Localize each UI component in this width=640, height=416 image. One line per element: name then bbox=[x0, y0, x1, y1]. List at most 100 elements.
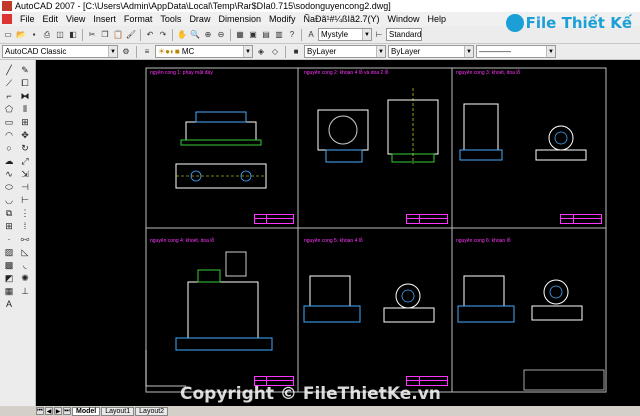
sheet-title-3: nguyên cong 3: khoét, doa lỗ bbox=[456, 70, 521, 76]
first-tab-icon[interactable]: ⏮ bbox=[36, 407, 44, 415]
menu-custom[interactable]: ÑaÐã¹#¼ßIã2.7(Y) bbox=[300, 14, 384, 24]
menu-file[interactable]: File bbox=[16, 14, 39, 24]
sheet-title-4: nguyên cong 4: khoét, doa lỗ bbox=[150, 238, 215, 244]
text-style-select[interactable]: Mystyle ▼ bbox=[318, 28, 372, 41]
rotate-icon[interactable]: ↻ bbox=[18, 142, 32, 154]
circle-icon[interactable]: ○ bbox=[2, 142, 16, 154]
tab-model[interactable]: Model bbox=[72, 406, 101, 416]
cut-icon[interactable]: ✂ bbox=[86, 29, 98, 41]
dim-style-select[interactable]: Standard bbox=[386, 28, 422, 41]
menu-modify[interactable]: Modify bbox=[265, 14, 300, 24]
construction-line-icon[interactable]: ⟋ bbox=[2, 77, 16, 89]
model-space-canvas[interactable]: ngyên cong 1: phay mặt đáy nguyên cong 2… bbox=[36, 60, 640, 406]
menu-window[interactable]: Window bbox=[384, 14, 424, 24]
calculator-icon[interactable]: ▥ bbox=[273, 29, 285, 41]
make-current-layer-icon[interactable]: ◈ bbox=[255, 46, 267, 58]
zoom-realtime-icon[interactable]: 🔍 bbox=[189, 29, 201, 41]
text-style-icon[interactable]: A bbox=[305, 29, 317, 41]
break-icon[interactable]: ⁞ bbox=[18, 220, 32, 232]
offset-icon[interactable]: ⫴ bbox=[18, 103, 32, 115]
publish-icon[interactable]: ◧ bbox=[67, 29, 79, 41]
arc-icon[interactable]: ◠ bbox=[2, 129, 16, 141]
document-icon[interactable] bbox=[2, 14, 12, 24]
toolbar-separator bbox=[172, 28, 173, 41]
polyline-icon[interactable]: ⌐ bbox=[2, 90, 16, 102]
chevron-down-icon: ▼ bbox=[108, 46, 117, 57]
multiline-text-icon[interactable]: A bbox=[2, 298, 16, 310]
layer-previous-icon[interactable]: ◇ bbox=[269, 46, 281, 58]
zoom-previous-icon[interactable]: ⊖ bbox=[215, 29, 227, 41]
move-icon[interactable]: ✥ bbox=[18, 129, 32, 141]
point-icon[interactable]: · bbox=[2, 233, 16, 245]
spline-icon[interactable]: ∿ bbox=[2, 168, 16, 180]
line-icon[interactable]: ╱ bbox=[2, 64, 16, 76]
next-tab-icon[interactable]: ▶ bbox=[54, 407, 62, 415]
properties-icon[interactable]: ▦ bbox=[234, 29, 246, 41]
tab-layout2[interactable]: Layout2 bbox=[135, 406, 169, 416]
redo-icon[interactable]: ↷ bbox=[157, 29, 169, 41]
dim-style-icon[interactable]: ⊢ bbox=[373, 29, 385, 41]
tool-palettes-icon[interactable]: ▤ bbox=[260, 29, 272, 41]
explode-icon[interactable]: ✺ bbox=[18, 272, 32, 284]
workspace-settings-icon[interactable]: ⚙ bbox=[120, 46, 132, 58]
stretch-icon[interactable]: ⇲ bbox=[18, 168, 32, 180]
menu-edit[interactable]: Edit bbox=[39, 14, 63, 24]
lineweight-select[interactable]: ———— ▼ bbox=[476, 45, 556, 58]
preview-icon[interactable]: ◫ bbox=[54, 29, 66, 41]
undo-icon[interactable]: ↶ bbox=[144, 29, 156, 41]
hatch-icon[interactable]: ▨ bbox=[2, 246, 16, 258]
dimension-icon[interactable]: ⊥ bbox=[18, 285, 32, 297]
ellipse-arc-icon[interactable]: ◡ bbox=[2, 194, 16, 206]
last-tab-icon[interactable]: ⏭ bbox=[63, 407, 71, 415]
menu-draw[interactable]: Draw bbox=[185, 14, 214, 24]
menu-help[interactable]: Help bbox=[424, 14, 451, 24]
revision-cloud-icon[interactable]: ☁ bbox=[2, 155, 16, 167]
layer-select[interactable]: ☀●◐■ MC ▼ bbox=[155, 45, 253, 58]
tab-layout1[interactable]: Layout1 bbox=[101, 406, 135, 416]
scale-icon[interactable]: ⤢ bbox=[18, 155, 32, 167]
menu-insert[interactable]: Insert bbox=[89, 14, 120, 24]
ellipse-icon[interactable]: ⬭ bbox=[2, 181, 16, 193]
zoom-window-icon[interactable]: ⊕ bbox=[202, 29, 214, 41]
save-icon[interactable]: ▪ bbox=[28, 29, 40, 41]
pan-icon[interactable]: ✋ bbox=[176, 29, 188, 41]
modify-toolbar: ✎ ⧠ ⧓ ⫴ ⊞ ✥ ↻ ⤢ ⇲ ⊣ ⊢ ⋮ ⁞ ⧟ ◺ ◟ ✺ ⊥ bbox=[18, 64, 34, 297]
help-icon[interactable]: ? bbox=[286, 29, 298, 41]
gradient-icon[interactable]: ▩ bbox=[2, 259, 16, 271]
region-icon[interactable]: ◩ bbox=[2, 272, 16, 284]
previous-tab-icon[interactable]: ◀ bbox=[45, 407, 53, 415]
layer-manager-icon[interactable]: ≡ bbox=[141, 46, 153, 58]
join-icon[interactable]: ⧟ bbox=[18, 233, 32, 245]
extend-icon[interactable]: ⊢ bbox=[18, 194, 32, 206]
workspace-select[interactable]: AutoCAD Classic ▼ bbox=[2, 45, 118, 58]
erase-icon[interactable]: ✎ bbox=[18, 64, 32, 76]
color-select[interactable]: ByLayer ▼ bbox=[304, 45, 386, 58]
fillet-icon[interactable]: ◟ bbox=[18, 259, 32, 271]
table-icon[interactable]: ▦ bbox=[2, 285, 16, 297]
insert-block-icon[interactable]: ⧉ bbox=[2, 207, 16, 219]
linetype-select[interactable]: ByLayer ▼ bbox=[388, 45, 474, 58]
menu-format[interactable]: Format bbox=[120, 14, 157, 24]
copy-object-icon[interactable]: ⧠ bbox=[18, 77, 32, 89]
match-properties-icon[interactable]: 🖌 bbox=[125, 29, 137, 41]
part-drawing-2 bbox=[317, 88, 439, 164]
print-icon[interactable]: ⎙ bbox=[41, 29, 53, 41]
paste-icon[interactable]: 📋 bbox=[112, 29, 124, 41]
open-icon[interactable]: 📂 bbox=[15, 29, 27, 41]
mirror-icon[interactable]: ⧓ bbox=[18, 90, 32, 102]
trim-icon[interactable]: ⊣ bbox=[18, 181, 32, 193]
chevron-down-icon: ▼ bbox=[464, 46, 473, 57]
design-center-icon[interactable]: ▣ bbox=[247, 29, 259, 41]
polygon-icon[interactable]: ⬠ bbox=[2, 103, 16, 115]
array-icon[interactable]: ⊞ bbox=[18, 116, 32, 128]
menu-dimension[interactable]: Dimension bbox=[214, 14, 265, 24]
new-icon[interactable]: ▭ bbox=[2, 29, 14, 41]
autocad-window: AutoCAD 2007 - [C:\Users\Admin\AppData\L… bbox=[0, 0, 640, 416]
chamfer-icon[interactable]: ◺ bbox=[18, 246, 32, 258]
copy-icon[interactable]: ❐ bbox=[99, 29, 111, 41]
menu-view[interactable]: View bbox=[62, 14, 89, 24]
rectangle-icon[interactable]: ▭ bbox=[2, 116, 16, 128]
make-block-icon[interactable]: ⊞ bbox=[2, 220, 16, 232]
break-at-point-icon[interactable]: ⋮ bbox=[18, 207, 32, 219]
menu-tools[interactable]: Tools bbox=[156, 14, 185, 24]
